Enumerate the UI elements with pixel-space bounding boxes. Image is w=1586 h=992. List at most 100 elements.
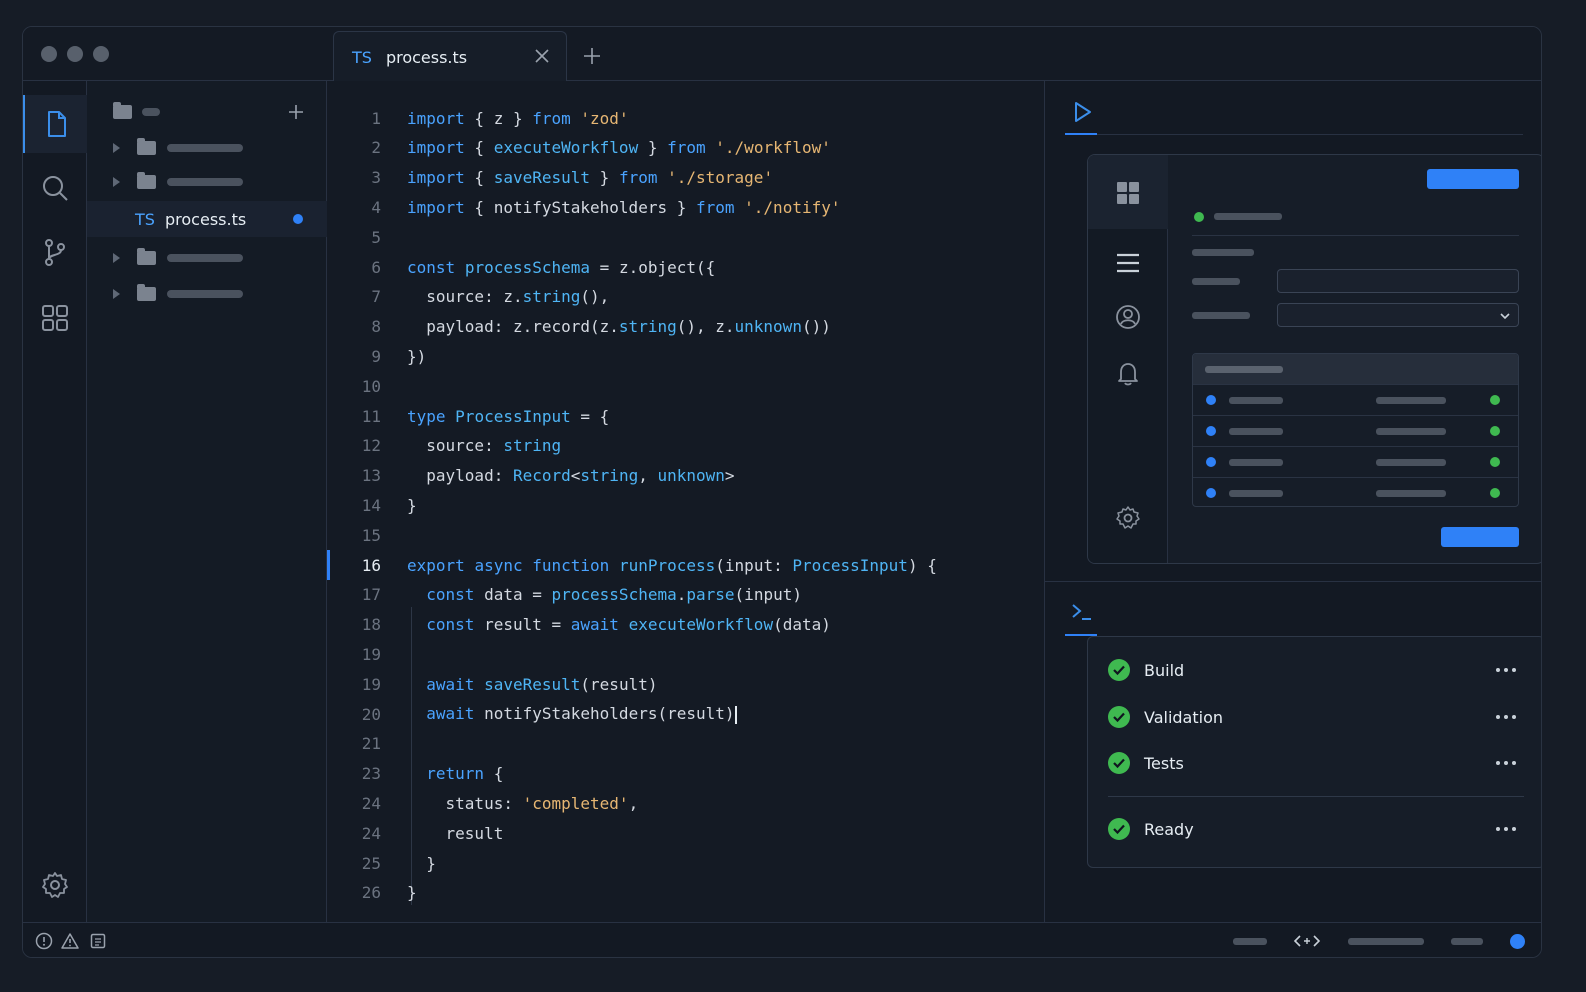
- explorer-file-process-ts[interactable]: TS process.ts: [87, 201, 327, 237]
- checks-divider: [1108, 796, 1524, 797]
- row-indicator: [1206, 488, 1216, 498]
- source-control-activity-button[interactable]: [23, 223, 87, 281]
- search-activity-button[interactable]: [23, 159, 87, 217]
- code-line[interactable]: 26}: [327, 878, 1045, 908]
- check-row-tests[interactable]: Tests: [1108, 748, 1528, 778]
- more-icon[interactable]: [1494, 756, 1518, 770]
- menu-icon[interactable]: [1115, 250, 1141, 276]
- code-line[interactable]: 24 status: 'completed',: [327, 788, 1045, 818]
- line-number: 23: [361, 764, 381, 784]
- line-number: 5: [371, 227, 381, 247]
- close-window-button[interactable]: [41, 46, 57, 62]
- preview-text-input[interactable]: [1277, 269, 1519, 293]
- settings-activity-button[interactable]: [23, 856, 87, 914]
- check-row-ready[interactable]: Ready: [1108, 814, 1528, 844]
- files-icon: [48, 111, 66, 137]
- plus-icon[interactable]: [581, 45, 603, 67]
- preview-tab-indicator: [1065, 133, 1097, 135]
- code-line[interactable]: 12 source: string: [327, 431, 1045, 461]
- code-line[interactable]: 14}: [327, 490, 1045, 520]
- preview-submit-button[interactable]: [1441, 527, 1519, 547]
- plus-icon[interactable]: [287, 103, 305, 121]
- preview-primary-button[interactable]: [1427, 169, 1519, 189]
- bell-icon[interactable]: [1115, 360, 1141, 386]
- extensions-activity-button[interactable]: [23, 289, 87, 347]
- check-circle-icon: [1108, 706, 1130, 728]
- table-row[interactable]: [1193, 415, 1518, 446]
- folder-icon: [137, 284, 156, 301]
- code-line[interactable]: 18 const result = await executeWorkflow(…: [327, 610, 1045, 640]
- warning-icon[interactable]: [61, 932, 79, 950]
- explorer-folder-3[interactable]: [87, 240, 327, 276]
- row-value: [1376, 397, 1446, 404]
- code-line[interactable]: 19 await saveResult(result): [327, 669, 1045, 699]
- close-icon[interactable]: [532, 46, 552, 66]
- code-line[interactable]: 4 import { notifyStakeholders } from './n…: [327, 192, 1045, 222]
- settings-icon[interactable]: [1115, 505, 1141, 531]
- code-line[interactable]: 24 result: [327, 818, 1045, 848]
- status-item-3[interactable]: [1451, 938, 1483, 945]
- status-item-2[interactable]: [1348, 938, 1424, 945]
- code-editor[interactable]: 1 import { z } from 'zod' 2 import { execut…: [327, 81, 1045, 922]
- checks-panel: Build Validation Tests Ready: [1087, 636, 1541, 868]
- play-icon[interactable]: [1069, 99, 1095, 125]
- code-line[interactable]: 11 type ProcessInput = {: [327, 401, 1045, 431]
- typescript-badge: TS: [135, 209, 155, 229]
- info-icon[interactable]: [89, 932, 107, 950]
- check-row-validation[interactable]: Validation: [1108, 702, 1528, 732]
- code-line[interactable]: 19: [327, 639, 1045, 669]
- explorer-folder-1[interactable]: [87, 130, 327, 166]
- table-row[interactable]: [1193, 477, 1518, 506]
- code-line[interactable]: 10: [327, 371, 1045, 401]
- code-line[interactable]: 5: [327, 222, 1045, 252]
- check-row-build[interactable]: Build: [1108, 655, 1528, 685]
- table-row[interactable]: [1193, 446, 1518, 477]
- code-line[interactable]: 2 import { executeWorkflow } from './work…: [327, 133, 1045, 163]
- row-indicator: [1206, 395, 1216, 405]
- code-line[interactable]: 13 payload: Record<string, unknown>: [327, 461, 1045, 491]
- editor-tab-process-ts[interactable]: TS process.ts: [333, 31, 567, 82]
- preview-select[interactable]: [1277, 303, 1519, 327]
- line-number: 11: [361, 406, 381, 426]
- chevron-right-icon: [113, 253, 120, 263]
- explorer-activity-button[interactable]: [23, 95, 87, 153]
- code-text: import { z } from 'zod': [407, 108, 629, 128]
- code-text: const result = await executeWorkflow(dat…: [426, 615, 831, 635]
- zoom-window-button[interactable]: [93, 46, 109, 62]
- error-icon[interactable]: [35, 932, 53, 950]
- code-line[interactable]: 7 source: z.string(),: [327, 282, 1045, 312]
- source-control-icon: [45, 239, 65, 266]
- code-line[interactable]: 3 import { saveResult } from './storage': [327, 163, 1045, 193]
- code-line[interactable]: 25 }: [327, 848, 1045, 878]
- line-number: 3: [371, 168, 381, 188]
- terminal-icon[interactable]: [1069, 599, 1095, 625]
- code-line[interactable]: 20 await notifyStakeholders(result): [327, 699, 1045, 729]
- more-icon[interactable]: [1494, 822, 1518, 836]
- code-line[interactable]: 6 const processSchema = z.object({: [327, 252, 1045, 282]
- minimize-window-button[interactable]: [67, 46, 83, 62]
- status-indicator-dot[interactable]: [1510, 934, 1525, 949]
- code-line[interactable]: 17 const data = processSchema.parse(inpu…: [327, 580, 1045, 610]
- row-name: [1229, 428, 1283, 435]
- code-line[interactable]: 8 payload: z.record(z.string(), z.unknow…: [327, 312, 1045, 342]
- code-line[interactable]: 15: [327, 520, 1045, 550]
- more-icon[interactable]: [1494, 710, 1518, 724]
- code-line[interactable]: 21: [327, 729, 1045, 759]
- explorer-folder-4[interactable]: [87, 276, 327, 312]
- code-icon[interactable]: [1293, 932, 1321, 950]
- user-icon[interactable]: [1115, 304, 1141, 330]
- code-line[interactable]: 1 import { z } from 'zod': [327, 103, 1045, 133]
- app-preview[interactable]: [1087, 154, 1541, 564]
- table-row[interactable]: [1193, 384, 1518, 415]
- explorer-folder-2[interactable]: [87, 164, 327, 200]
- line-number: 15: [361, 525, 381, 545]
- row-indicator: [1206, 457, 1216, 467]
- status-item-1[interactable]: [1233, 938, 1267, 945]
- code-line[interactable]: 16 export async function runProcess(input…: [327, 550, 1045, 580]
- grid-icon[interactable]: [1115, 180, 1141, 206]
- code-text: }: [407, 853, 436, 873]
- code-line[interactable]: 23 return {: [327, 759, 1045, 789]
- line-number: 17: [361, 585, 381, 605]
- code-line[interactable]: 9}): [327, 341, 1045, 371]
- more-icon[interactable]: [1494, 663, 1518, 677]
